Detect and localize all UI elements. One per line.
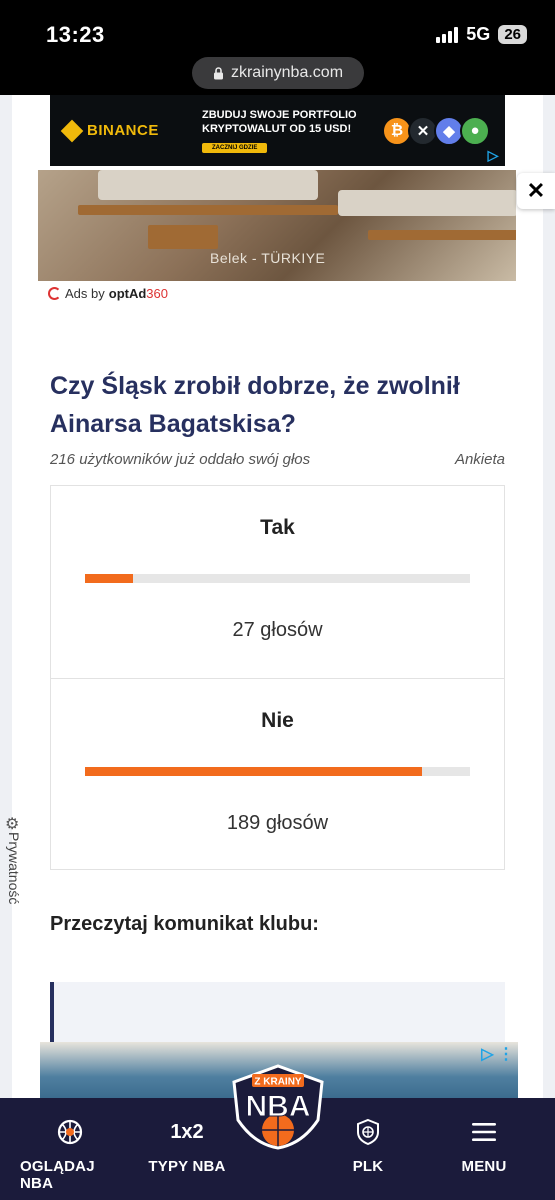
gear-icon: ⚙ — [5, 816, 20, 833]
nav-label: PLK — [352, 1158, 384, 1175]
lounger-leg — [148, 225, 218, 249]
status-time: 13:23 — [46, 22, 105, 47]
lounger-cushion-right — [338, 190, 516, 216]
ads-by-brand: optAd360 — [109, 286, 168, 301]
privacy-settings-tab[interactable]: ⚙ Prywatność — [2, 812, 24, 932]
lounger-cushion — [98, 170, 318, 200]
ads-by-brand-name: optAd — [108, 286, 147, 301]
nav-label: TYPY NBA — [148, 1158, 226, 1175]
odds-1x2-icon: 1x2 — [170, 1120, 204, 1143]
lounger-plank — [78, 205, 338, 215]
poll-option-bar — [85, 574, 470, 583]
poll-option-label: Tak — [260, 516, 295, 539]
poll-option-label: Nie — [261, 709, 294, 732]
pepe-icon: ● — [460, 115, 490, 146]
ad-headline: ZBUDUJ SWOJE PORTFOLIO KRYPTOWALUT OD 15… — [202, 108, 357, 135]
logo-line2: NBA — [246, 1090, 311, 1123]
ads-by-brand-suffix: 360 — [146, 286, 168, 301]
nav-label: OGLĄDAJ NBA — [20, 1158, 95, 1192]
signal-icon — [436, 26, 459, 43]
poll-option[interactable]: Nie 189 głosów — [51, 678, 504, 870]
optad-logo-icon — [48, 287, 61, 300]
ads-by-label[interactable]: Ads by optAd360 — [48, 286, 168, 301]
ad-copy: ZBUDUJ SWOJE PORTFOLIO KRYPTOWALUT OD 15… — [202, 108, 382, 154]
network-type: 5G — [466, 24, 491, 44]
url-bar[interactable]: zkrainynba.com — [192, 57, 364, 89]
nav-label: MENU — [461, 1158, 507, 1175]
poll-type: Ankieta — [454, 451, 505, 468]
status-indicators: 5G 26 — [436, 24, 527, 45]
nav-watch-nba[interactable]: OGLĄDAJ NBA — [20, 1098, 120, 1200]
binance-banner-ad[interactable]: BINANCE ZBUDUJ SWOJE PORTFOLIO KRYPTOWAL… — [50, 95, 505, 166]
poll-results: Tak 27 głosów Nie 189 głosów — [50, 485, 505, 870]
hamburger-menu-icon — [471, 1118, 497, 1146]
battery-icon: 26 — [498, 25, 527, 44]
page-gutter-right — [543, 95, 555, 1100]
poll-option-votes: 189 głosów — [226, 812, 329, 834]
shield-ball-icon — [355, 1118, 381, 1146]
nav-plk[interactable]: PLK — [330, 1098, 406, 1200]
poll-meta: 216 użytkowników już oddało swój głos An… — [50, 451, 505, 468]
basketball-icon — [57, 1118, 83, 1146]
ad-caption: Belek - TÜRKIYE — [210, 250, 326, 266]
poll-option-votes: 27 głosów — [232, 619, 323, 641]
poll-title: Czy Śląsk zrobił dobrze, że zwolnił Aina… — [50, 372, 460, 438]
url-text: zkrainynba.com — [230, 64, 344, 81]
ad-cta-button[interactable]: ZACZNIJ GDZIE — [202, 142, 268, 153]
poll-participants: 216 użytkowników już oddało swój głos — [50, 451, 311, 468]
hotel-ad-image[interactable]: Belek - TÜRKIYE — [38, 170, 516, 281]
lock-icon — [213, 66, 223, 79]
nav-nba-tips[interactable]: 1x2 TYPY NBA — [140, 1098, 234, 1200]
binance-diamond-icon — [60, 119, 84, 142]
adchoices-icon[interactable]: ▷ ⋮ — [481, 1044, 514, 1064]
poll-option-bar — [85, 767, 470, 776]
privacy-label: Prywatność — [6, 832, 22, 905]
poll-option-bar-fill — [85, 767, 422, 776]
adchoices-icon[interactable]: ▷ — [483, 146, 503, 164]
ads-by-prefix: Ads by — [65, 286, 105, 301]
logo-line1: Z KRAINY — [254, 1077, 302, 1088]
nav-menu[interactable]: MENU — [446, 1098, 522, 1200]
status-bar: 13:23 5G 26 zkrainynba.com — [0, 0, 555, 95]
site-logo[interactable]: Z KRAINY NBA — [222, 1060, 334, 1150]
lounger-plank-right — [368, 230, 516, 240]
coin-icons: ₿ ✕ ◆ ● — [382, 115, 490, 146]
binance-logo: BINANCE — [60, 119, 184, 142]
close-ad-button[interactable]: ✕ — [517, 173, 555, 209]
poll-option-bar-fill — [85, 574, 134, 583]
section-heading: Przeczytaj komunikat klubu: — [50, 913, 319, 935]
binance-brand-name: BINANCE — [87, 122, 159, 139]
poll-option[interactable]: Tak 27 głosów — [51, 486, 504, 678]
page-gutter-left — [0, 95, 12, 1100]
